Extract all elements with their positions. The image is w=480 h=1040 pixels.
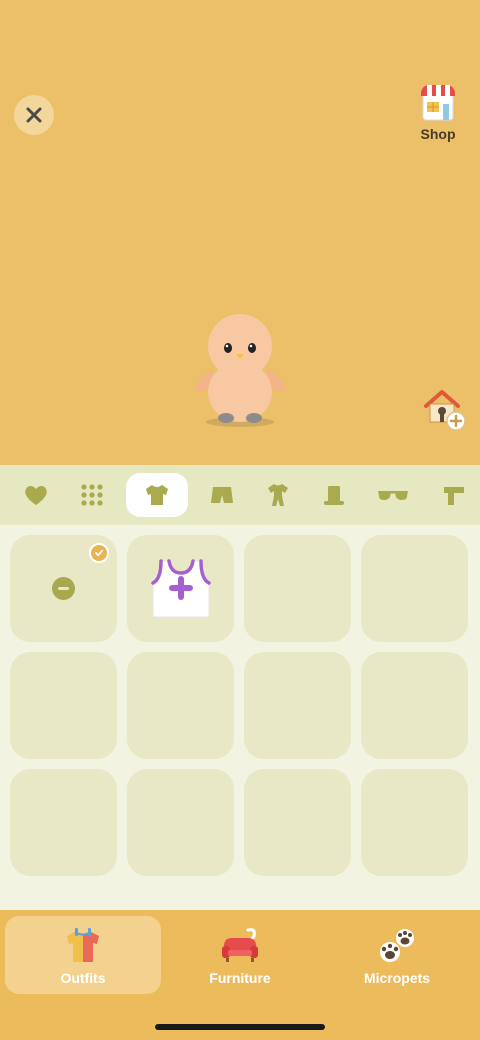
bottom-navigation: Outfits Furniture Micropets [0, 910, 480, 1040]
item-slot-empty[interactable] [244, 535, 351, 642]
tank-top-icon [151, 559, 211, 618]
glasses-icon [377, 491, 408, 500]
character-scene: Shop [0, 0, 480, 465]
tab-hats[interactable] [306, 473, 362, 517]
nav-outfits[interactable]: Outfits [5, 916, 161, 994]
item-slot-empty[interactable] [361, 535, 468, 642]
tab-bottoms[interactable] [194, 473, 250, 517]
shop-label: Shop [420, 126, 456, 142]
outfits-icon [67, 928, 99, 962]
tab-tops[interactable] [125, 473, 189, 517]
item-slot-none[interactable] [10, 535, 117, 642]
tab-glasses[interactable] [362, 473, 425, 517]
nav-micropets-label: Micropets [363, 970, 431, 986]
item-slot-tank-top[interactable] [127, 535, 234, 642]
nav-outfits-label: Outfits [60, 970, 106, 986]
shirt-icon [145, 485, 168, 505]
character-avatar [190, 310, 290, 435]
shop-icon [421, 85, 455, 121]
home-add-icon [424, 390, 466, 431]
checkmark-icon [89, 543, 109, 563]
item-slot-empty[interactable] [127, 769, 234, 876]
shorts-icon [211, 487, 234, 503]
item-slot-empty[interactable] [361, 769, 468, 876]
heart-icon [25, 486, 47, 505]
tab-scarves[interactable] [424, 473, 480, 517]
tab-favorites[interactable] [8, 473, 64, 517]
item-slot-empty[interactable] [127, 652, 234, 759]
category-tab-bar [0, 465, 480, 525]
grid-icon [81, 484, 103, 506]
item-grid [10, 535, 470, 876]
item-slot-empty[interactable] [10, 652, 117, 759]
scarf-icon [444, 487, 465, 505]
shop-button[interactable]: Shop [412, 82, 464, 146]
tab-all[interactable] [64, 473, 120, 517]
sofa-icon [222, 928, 258, 962]
nav-micropets[interactable]: Micropets [319, 916, 475, 994]
close-button[interactable] [14, 95, 54, 135]
home-add-button[interactable] [422, 386, 468, 432]
nav-furniture-label: Furniture [209, 970, 271, 986]
remove-icon [52, 577, 75, 600]
nav-furniture[interactable]: Furniture [162, 916, 318, 994]
item-slot-empty[interactable] [244, 652, 351, 759]
top-hat-icon [323, 486, 344, 505]
tab-outfits[interactable] [250, 473, 306, 517]
item-slot-empty[interactable] [10, 769, 117, 876]
item-slot-empty[interactable] [244, 769, 351, 876]
item-slot-empty[interactable] [361, 652, 468, 759]
jumpsuit-icon [267, 484, 288, 506]
close-icon [26, 107, 42, 123]
paw-icon [380, 929, 414, 962]
home-indicator [155, 1024, 325, 1030]
